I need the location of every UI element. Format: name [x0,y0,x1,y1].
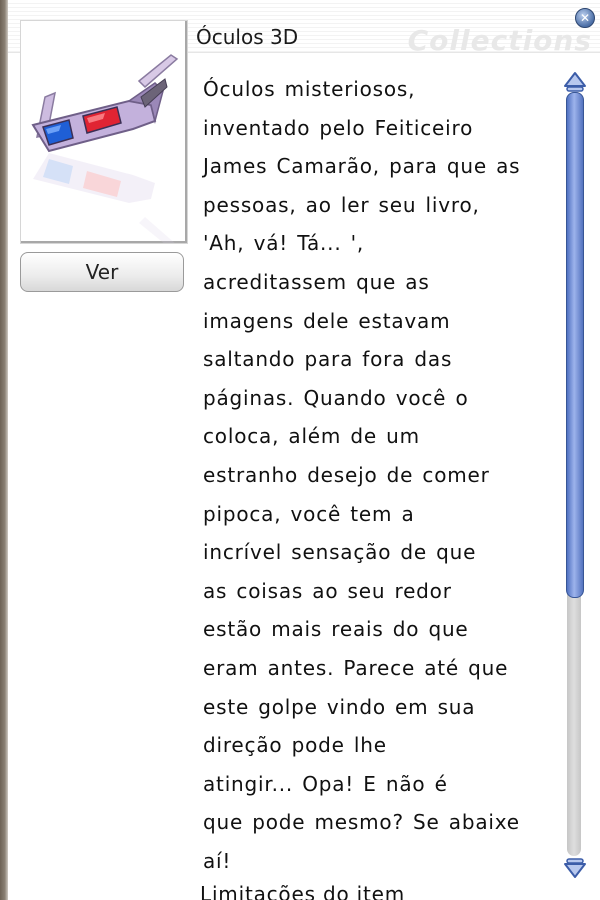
item-window: Collections ✕ Óculos 3D Ver Óculos miste… [0,0,600,900]
description-line: páginas. Quando você o [203,385,469,410]
collections-watermark: Collections [407,24,592,57]
description-line: pipoca, você tem a [203,501,415,526]
description-scrollbar[interactable] [562,70,588,880]
description-line: estão mais reais do que [203,617,469,642]
description-line: coloca, além de um [203,424,420,449]
description-line: eram antes. Parece até que [203,655,509,680]
item-description: Óculos misteriosos, inventado pelo Feitic… [203,70,575,880]
scroll-thumb[interactable] [566,92,584,598]
description-line: estranho desejo de comer [203,462,490,487]
description-line: que pode mesmo? Se abaixe [203,810,520,835]
description-line: James Camarão, para que as [203,154,521,179]
description-line: direção pode lhe [203,733,387,758]
3d-glasses-icon [31,54,179,249]
description-line: aí! [203,848,232,873]
item-title: Óculos 3D [196,25,299,49]
view-button[interactable]: Ver [20,252,184,292]
description-line: inventado pelo Feiticeiro [203,115,474,140]
scroll-up-arrow-icon[interactable] [562,70,588,94]
window-left-border [0,0,8,900]
description-line: imagens dele estavam [203,308,451,333]
close-icon: ✕ [579,11,591,25]
description-line: saltando para fora das [203,347,453,372]
description-line: este golpe vindo em sua [203,694,476,719]
item-limitations-label: Limitações do item [200,882,406,900]
close-button[interactable]: ✕ [575,8,595,28]
description-line: acreditassem que as [203,269,430,294]
scroll-down-arrow-icon[interactable] [562,856,588,880]
description-line: atingir... Opa! E não é [203,771,448,796]
item-image-frame [20,20,188,249]
description-line: 'Ah, vá! Tá... ', [203,231,365,256]
description-line: incrível sensação de que [203,540,477,565]
description-line: pessoas, ao ler seu livro, [203,192,480,217]
description-line: Óculos misteriosos, [203,77,416,101]
description-line: as coisas ao seu redor [203,578,452,603]
